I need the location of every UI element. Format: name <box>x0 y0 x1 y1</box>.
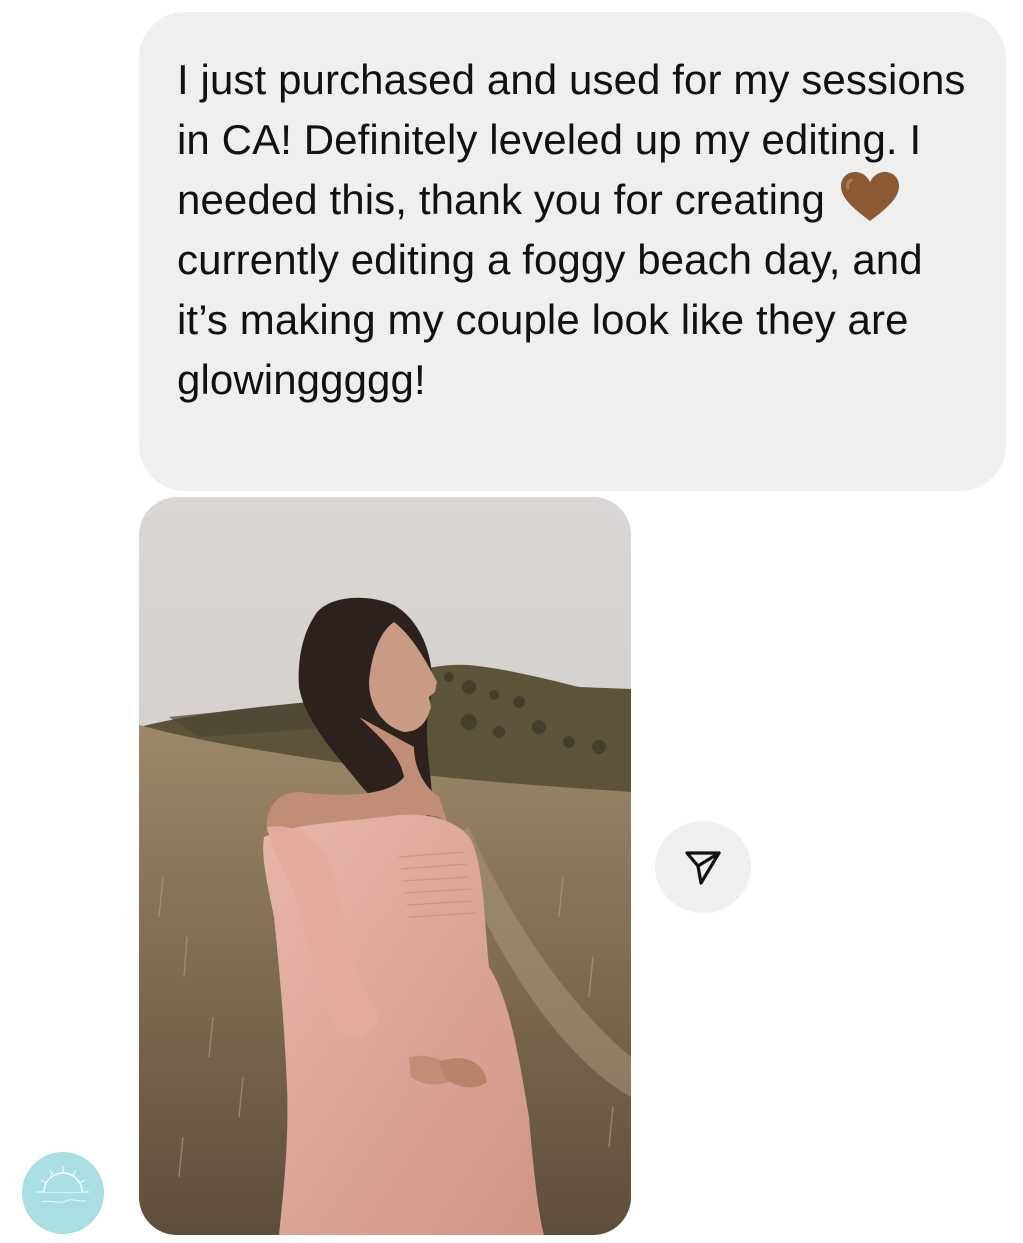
dm-thread: I just purchased and used for my session… <box>0 0 1023 1243</box>
message-bubble[interactable]: I just purchased and used for my session… <box>139 12 1006 491</box>
photo-attachment[interactable] <box>139 497 631 1235</box>
maternity-photo <box>139 497 631 1235</box>
send-paper-plane-icon <box>685 851 721 885</box>
share-button[interactable] <box>655 821 751 913</box>
message-text: I just purchased and used for my session… <box>177 50 966 410</box>
message-text-part2: currently editing a foggy beach day, and… <box>177 236 923 403</box>
sender-avatar[interactable] <box>22 1152 104 1234</box>
sun-logo-icon <box>22 1152 104 1234</box>
brown-heart-icon <box>840 172 899 221</box>
